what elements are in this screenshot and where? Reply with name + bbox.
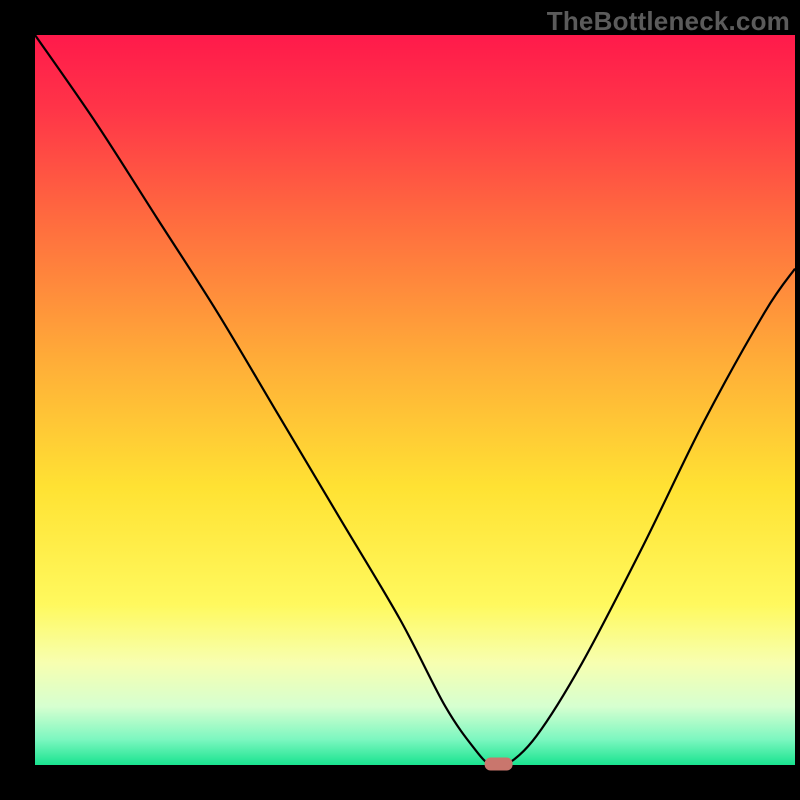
bottleneck-chart	[0, 0, 800, 800]
watermark-label: TheBottleneck.com	[547, 6, 790, 37]
plot-background	[35, 35, 795, 765]
optimal-marker	[485, 758, 513, 771]
chart-frame: TheBottleneck.com	[0, 0, 800, 800]
